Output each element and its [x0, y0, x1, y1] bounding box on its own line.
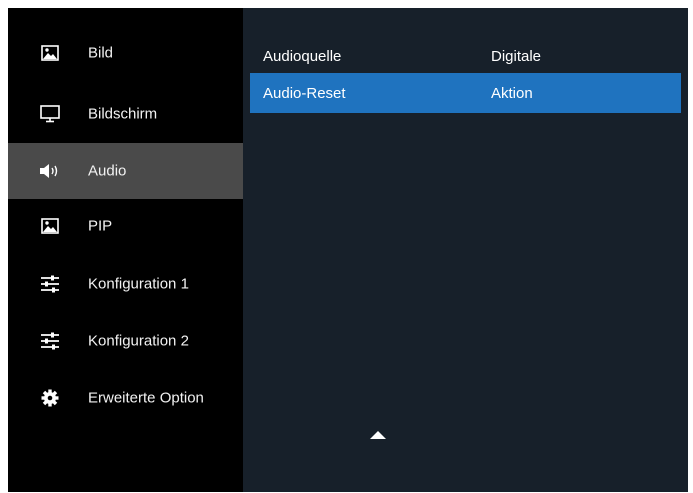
- sidebar-item-label: Erweiterte Option: [88, 389, 204, 407]
- picture-icon: [38, 216, 62, 236]
- sidebar-item-audio[interactable]: Audio: [8, 143, 243, 199]
- sidebar-item-label: Konfiguration 2: [88, 332, 189, 350]
- sidebar-item-label: Bildschirm: [88, 105, 158, 123]
- setting-label: Audio-Reset: [263, 85, 346, 102]
- sidebar-item-label: Konfiguration 1: [88, 275, 189, 293]
- gear-icon: [38, 388, 62, 408]
- scroll-up-arrow-icon[interactable]: [370, 427, 386, 445]
- sidebar-item-konfiguration-1[interactable]: Konfiguration 1: [8, 256, 243, 312]
- speaker-icon: [38, 161, 62, 181]
- sidebar: Bild Bildschirm Audio PIP Konfiguration …: [8, 8, 243, 492]
- sidebar-item-pip[interactable]: PIP: [8, 198, 243, 254]
- sliders-icon: [38, 274, 62, 294]
- setting-row-audioquelle[interactable]: Audioquelle Digitale: [250, 36, 681, 76]
- sidebar-item-label: Bild: [88, 44, 114, 62]
- setting-value: Digitale: [491, 48, 542, 65]
- picture-icon: [38, 43, 62, 63]
- osd-menu: Bild Bildschirm Audio PIP Konfiguration …: [8, 8, 688, 492]
- setting-value: Aktion: [491, 85, 533, 102]
- sidebar-item-label: Audio: [88, 162, 127, 180]
- sidebar-item-konfiguration-2[interactable]: Konfiguration 2: [8, 313, 243, 369]
- setting-label: Audioquelle: [263, 48, 342, 65]
- sidebar-item-erweiterte-option[interactable]: Erweiterte Option: [8, 370, 243, 426]
- sidebar-item-label: PIP: [88, 217, 113, 235]
- setting-row-audio-reset[interactable]: Audio-Reset Aktion: [250, 73, 681, 113]
- content-panel: Audioquelle Digitale Audio-Reset Aktion: [243, 8, 688, 492]
- sidebar-item-bildschirm[interactable]: Bildschirm: [8, 86, 243, 142]
- sidebar-item-bild[interactable]: Bild: [8, 25, 243, 81]
- sliders-icon: [38, 331, 62, 351]
- monitor-icon: [38, 104, 62, 124]
